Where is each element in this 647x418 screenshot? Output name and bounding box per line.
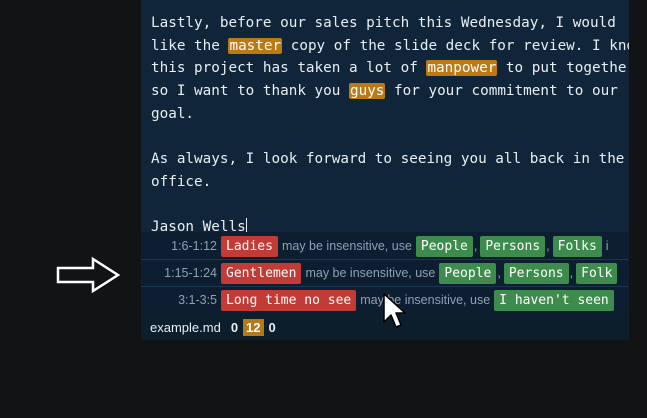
editor-text-segment: office.: [151, 173, 212, 190]
info-count[interactable]: 0: [266, 319, 279, 336]
editor-text-segment: copy of the slide deck for review. I kno…: [282, 37, 629, 54]
error-count[interactable]: 0: [228, 319, 241, 336]
text-caret: [245, 218, 247, 232]
suggestion-separator: ,: [569, 266, 574, 280]
flagged-word-highlight: manpower: [426, 60, 498, 77]
right-arrow-icon: [56, 256, 121, 294]
editor-text-segment: this project has taken a lot of: [151, 60, 427, 77]
editor-text-segment: As always, I look forward to seeing you …: [151, 151, 625, 168]
editor-line[interactable]: office.: [151, 171, 629, 194]
warning-position: 1:15-1:24: [164, 266, 217, 280]
editor-text[interactable]: Lastly, before our sales pitch this Wedn…: [151, 12, 629, 232]
editor-line[interactable]: Lastly, before our sales pitch this Wedn…: [151, 12, 629, 35]
flagged-term-chip: Ladies: [221, 235, 278, 257]
warning-position: 3:1-3:5: [178, 293, 217, 307]
suggestion-chip[interactable]: Persons: [503, 262, 569, 284]
suggestion-chip[interactable]: People: [415, 235, 473, 257]
editor-text-segment: for your commitment to our: [385, 83, 618, 100]
editor-text-segment: to put together,: [505, 60, 629, 77]
flagged-word-highlight: master: [228, 37, 283, 54]
editor-line[interactable]: goal.: [151, 103, 629, 126]
editor-line[interactable]: As always, I look forward to seeing you …: [151, 148, 629, 171]
status-filename[interactable]: example.md: [150, 320, 221, 335]
warning-count[interactable]: 12: [243, 318, 264, 336]
editor-pane[interactable]: Lastly, before our sales pitch this Wedn…: [141, 0, 629, 232]
suggestion-chip[interactable]: Folks: [552, 235, 602, 257]
editor-text-segment: like the: [151, 37, 229, 54]
suggestion-separator: ,: [497, 266, 501, 280]
editor-line[interactable]: [151, 125, 629, 148]
editor-line[interactable]: Jason Wells: [151, 216, 629, 232]
warning-message: may be insensitive, use: [281, 239, 412, 253]
warning-message: may be insensitive, use: [360, 293, 491, 307]
editor-line[interactable]: this project has taken a lot of manpower…: [151, 57, 629, 80]
suggestion-chip[interactable]: Folk: [576, 262, 618, 284]
mouse-pointer-icon: [383, 293, 406, 328]
warning-message: may be insensitive, use: [305, 266, 436, 280]
warning-position: 1:6-1:12: [171, 239, 217, 253]
flagged-word-highlight: guys: [348, 83, 386, 100]
editor-line[interactable]: like the master copy of the slide deck f…: [151, 35, 629, 58]
suggestion-separator: ,: [473, 239, 478, 253]
flagged-term-chip: Gentlemen: [221, 262, 302, 284]
editor-line[interactable]: [151, 194, 629, 217]
editor-line[interactable]: so I want to thank you guys for your com…: [151, 80, 629, 103]
warning-row[interactable]: 1:15-1:24 Gentlemen may be insensitive, us…: [141, 260, 629, 287]
warning-row[interactable]: 1:6-1:12 Ladies may be insensitive, use Peo…: [141, 233, 629, 260]
flagged-term-chip: Long time no see: [221, 289, 357, 311]
suggestion-separator: ,: [546, 239, 550, 253]
suggestion-chip[interactable]: Persons: [480, 235, 546, 257]
warning-overflow-text: i: [605, 239, 609, 253]
editor-text-segment: so I want to thank you: [151, 83, 349, 100]
editor-text-segment: Lastly, before our sales pitch this Wedn…: [151, 15, 616, 31]
editor-text-segment: Jason Wells: [151, 219, 246, 232]
editor-text-segment: goal.: [151, 105, 195, 122]
suggestion-chip[interactable]: I haven't seen: [494, 289, 614, 311]
suggestion-chip[interactable]: People: [439, 262, 497, 284]
